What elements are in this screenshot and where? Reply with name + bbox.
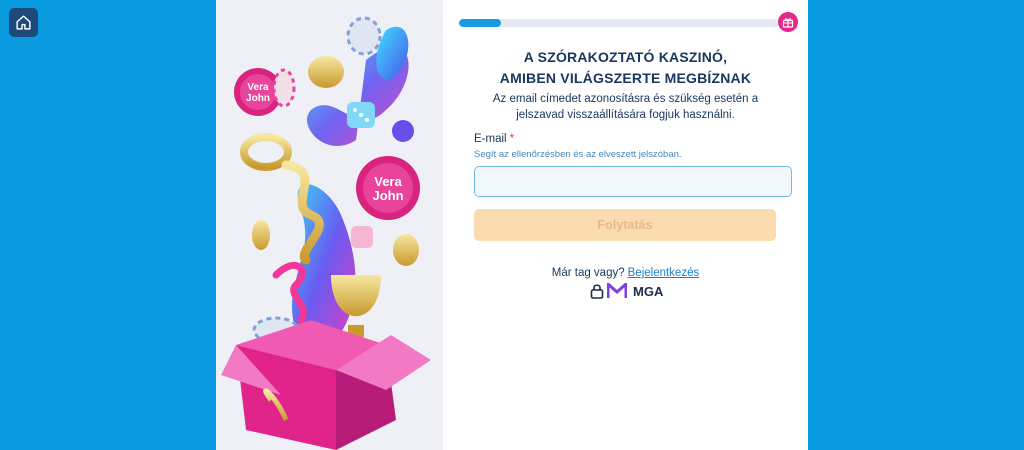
email-label-text: E-mail [474,133,507,145]
email-field[interactable] [474,166,792,197]
mga-label: MGA [633,283,664,299]
login-prompt-text: Már tag vagy? [551,267,625,279]
login-prompt: Már tag vagy? Bejelentkezés [443,267,808,279]
home-button[interactable] [9,8,38,37]
signup-form-panel: A SZÓRAKOZTATÓ KASZINÓ, AMIBEN VILÁGSZER… [443,0,808,450]
page-title: A SZÓRAKOZTATÓ KASZINÓ, AMIBEN VILÁGSZER… [443,47,808,89]
casino-illustration: Vera John Vera John [221,16,431,450]
signup-modal: Vera John Vera John A SZÓRAKOZTATÓ KASZI… [216,0,808,450]
svg-text:Vera: Vera [247,82,269,93]
progress-fill [459,19,501,27]
home-icon [16,15,31,30]
login-link[interactable]: Bejelentkezés [628,267,700,279]
required-mark: * [509,133,515,145]
promo-artwork: Vera John Vera John [216,0,443,450]
continue-button[interactable]: Folytatás [474,209,776,241]
title-line-1: A SZÓRAKOZTATÓ KASZINÓ, [523,49,728,65]
svg-text:Vera: Vera [374,174,402,189]
gift-badge[interactable] [778,12,798,32]
progress-bar [459,19,781,27]
gift-icon [782,18,794,28]
svg-text:John: John [372,188,403,203]
title-line-2: AMIBEN VILÁGSZERTE MEGBÍZNAK [499,70,752,86]
svg-text:John: John [246,93,270,104]
email-label: E-mail * [474,133,514,145]
lock-icon [590,284,604,299]
mga-logo-icon [607,283,627,298]
email-hint: Segít az ellenőrzésben és az elveszett j… [474,149,682,160]
page-subtitle: Az email címedet azonosításra és szükség… [492,93,759,121]
verajohn-chip-2: Vera John [356,156,420,220]
mga-badge: MGA [590,283,663,299]
